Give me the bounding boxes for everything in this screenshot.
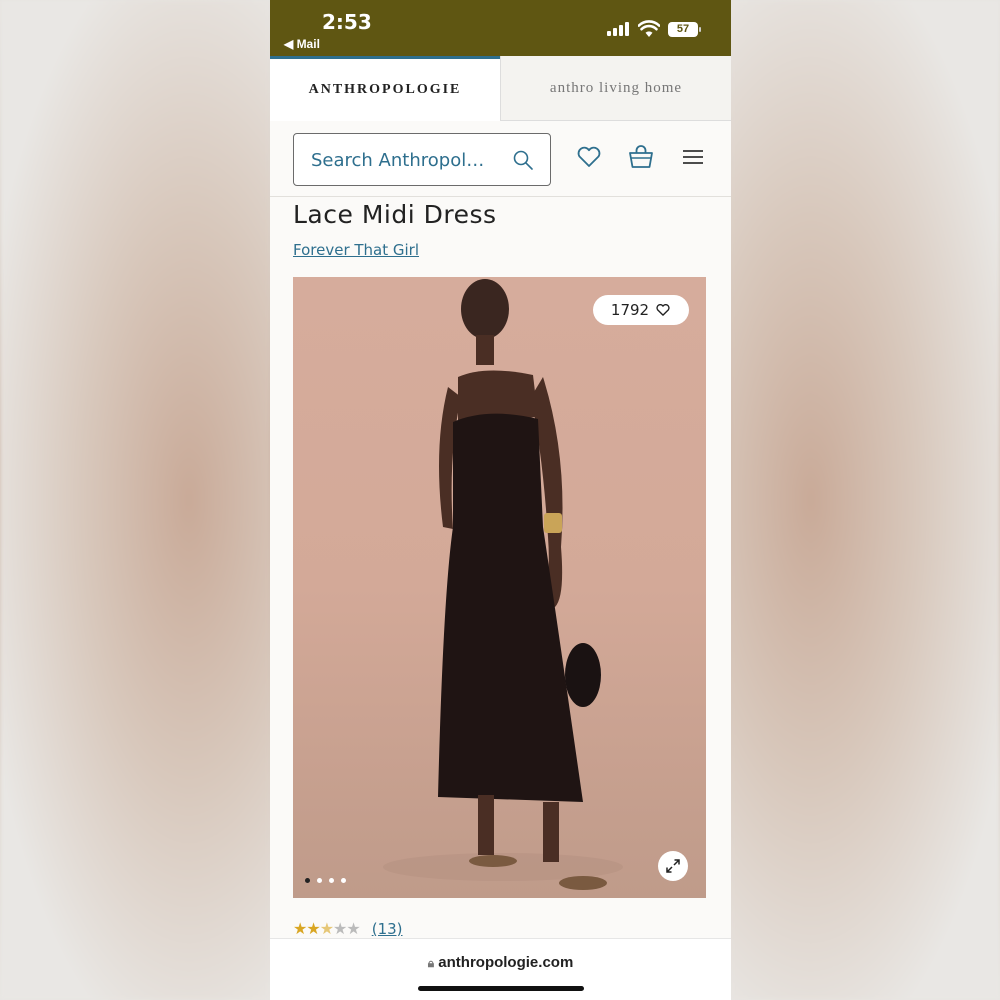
pagination-dot[interactable] — [317, 878, 322, 883]
like-count-button[interactable]: 1792 — [593, 295, 689, 325]
rating-row: ★★★★★ (13) — [293, 919, 403, 939]
tab-anthropologie[interactable]: ANTHROPOLOGIE — [270, 56, 500, 121]
search-box — [293, 133, 551, 186]
tab-anthro-living-home[interactable]: anthro living home — [500, 56, 731, 121]
home-indicator[interactable] — [418, 986, 584, 991]
product-image[interactable]: 1792 — [293, 277, 706, 898]
battery-icon: 57 — [668, 22, 698, 37]
model-illustration — [383, 279, 623, 890]
like-count: 1792 — [610, 301, 650, 319]
heart-icon[interactable] — [575, 143, 603, 171]
header-search-row — [270, 121, 731, 197]
pagination-dot[interactable] — [305, 878, 310, 883]
search-icon[interactable] — [512, 149, 534, 171]
url-domain: anthropologie.com — [438, 954, 574, 971]
brand-tabs: ANTHROPOLOGIE anthro living home — [270, 56, 731, 121]
background-left — [0, 0, 270, 1000]
pagination-dot[interactable] — [341, 878, 346, 883]
heart-icon — [656, 303, 670, 316]
lock-icon: 🔒︎ — [427, 956, 435, 970]
pagination-dot[interactable] — [329, 878, 334, 883]
back-to-mail-link[interactable]: ◀ Mail — [284, 37, 320, 51]
phone-screen: 2:53 ◀ Mail 57 ANTHROPOLOGIE anthro livi… — [270, 0, 731, 1000]
status-time: 2:53 — [322, 10, 372, 34]
wifi-icon — [638, 20, 660, 37]
search-input[interactable] — [311, 147, 506, 173]
product-title: Lace Midi Dress — [293, 200, 497, 229]
browser-url-bar[interactable]: 🔒︎ anthropologie.com — [270, 938, 731, 1000]
background-right — [730, 0, 1000, 1000]
signal-icon — [607, 22, 631, 36]
expand-image-button[interactable] — [658, 851, 688, 881]
brand-link[interactable]: Forever That Girl — [293, 241, 419, 259]
expand-icon — [666, 859, 680, 873]
star-rating[interactable]: ★★★★★ — [293, 919, 361, 939]
shopping-bag-icon[interactable] — [627, 143, 655, 171]
image-pagination — [305, 878, 346, 883]
battery-tip — [699, 27, 701, 32]
url-text: 🔒︎ anthropologie.com — [270, 954, 731, 971]
menu-icon[interactable] — [679, 143, 707, 171]
review-count-link[interactable]: (13) — [372, 920, 403, 938]
status-bar: 2:53 ◀ Mail 57 — [270, 0, 731, 56]
